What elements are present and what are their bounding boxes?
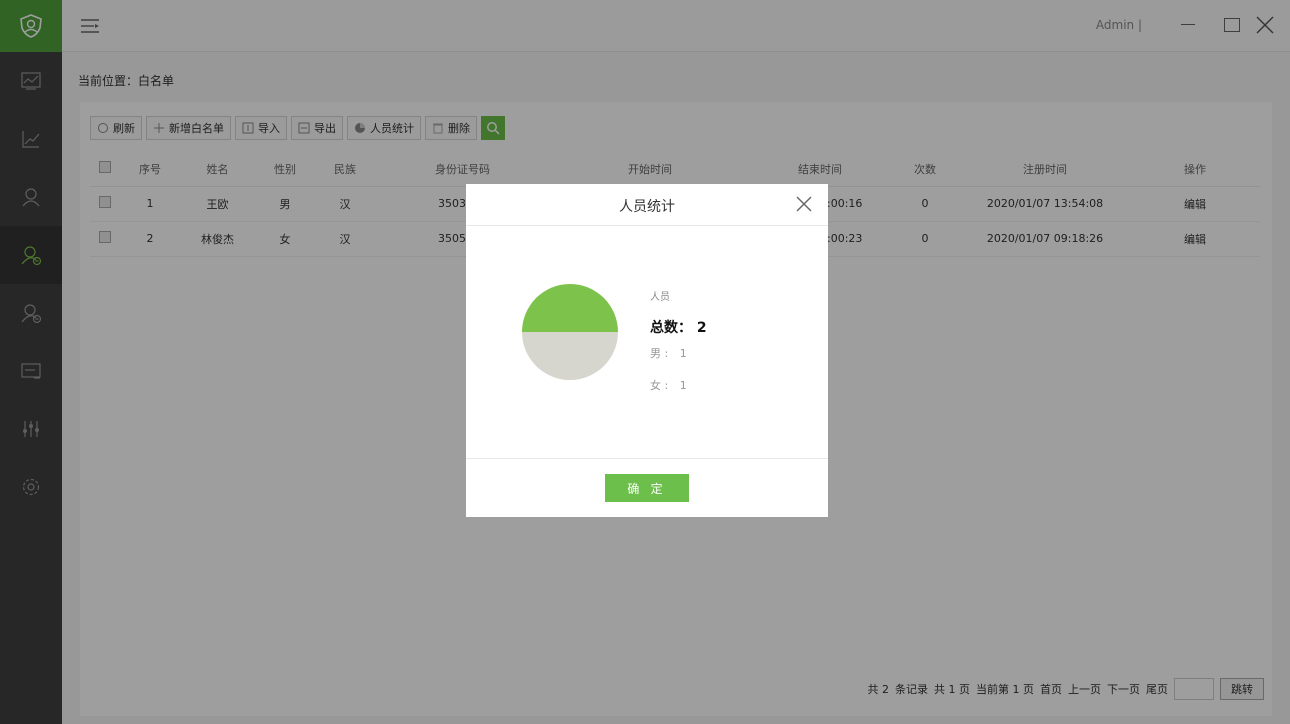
dialog-body: 人员 总数： 2 男 : 1 女 : 1 — [466, 226, 828, 458]
dialog-footer: 确 定 — [466, 458, 828, 517]
total-value: 2 — [696, 320, 707, 336]
stats-legend: 人员 总数： 2 男 : 1 女 : 1 — [650, 288, 707, 393]
gender-pie-chart — [522, 284, 618, 380]
dialog-title: 人员统计 — [619, 199, 675, 215]
pie-slice-male — [522, 284, 618, 332]
confirm-button[interactable]: 确 定 — [605, 474, 689, 502]
stats-dialog: 人员统计 人员 总数： 2 男 : 1 女 : 1 确 定 — [466, 184, 828, 517]
legend-category: 人员 — [650, 292, 670, 303]
male-count: 男 : 1 — [650, 345, 707, 361]
dialog-header: 人员统计 — [466, 184, 828, 226]
pie-slice-female — [522, 332, 618, 380]
female-count: 女 : 1 — [650, 377, 707, 393]
dialog-close-icon[interactable] — [794, 194, 814, 214]
total-label: 总数： — [650, 320, 692, 336]
female-value: 1 — [679, 379, 687, 392]
female-label: 女 : — [650, 379, 669, 392]
total-count: 总数： 2 — [650, 317, 707, 337]
male-label: 男 : — [650, 347, 669, 360]
male-value: 1 — [679, 347, 687, 360]
